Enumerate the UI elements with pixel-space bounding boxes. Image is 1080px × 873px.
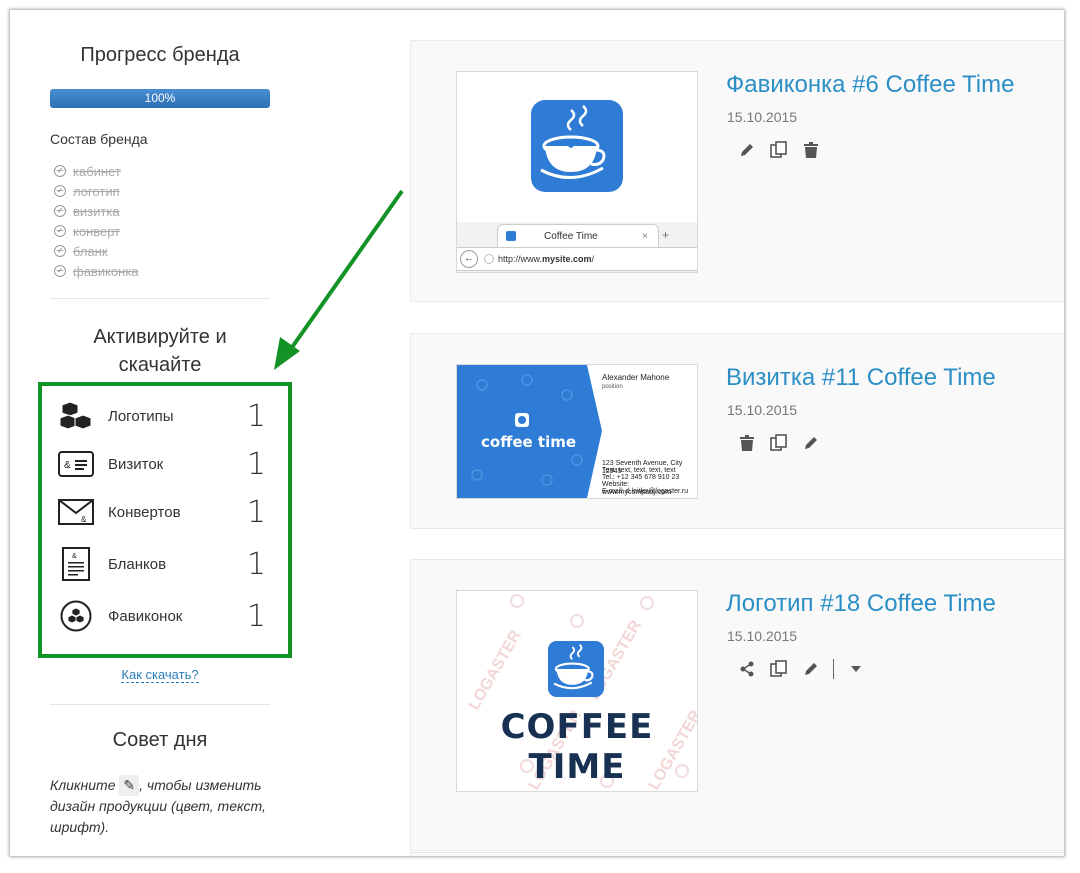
product-card-business-card: coffee time Alexander Mahone position 12…	[410, 333, 1064, 529]
address-bar: ← http://www. mysite.com /	[457, 247, 697, 271]
product-row-envelopes[interactable]: & Конвертов 1	[58, 492, 266, 532]
list-item: ✓ визитка	[54, 201, 139, 221]
business-card-preview[interactable]: coffee time Alexander Mahone position 12…	[456, 364, 698, 499]
business-card-brand: coffee time	[481, 433, 577, 451]
brand-progress-bar: 100%	[50, 89, 270, 108]
tip-text: Кликните ✎, чтобы изменить дизайн продук…	[50, 775, 266, 835]
pencil-icon	[805, 437, 817, 449]
letterhead-icon: &	[58, 546, 94, 582]
product-card-next	[410, 852, 1064, 856]
tip-title: Совет дня	[112, 729, 208, 751]
copy-button[interactable]	[763, 139, 795, 161]
check-circle-icon: ✓	[54, 225, 66, 237]
product-row-favicons[interactable]: Фавиконок 1	[58, 596, 266, 636]
list-item: ✓ конверт	[54, 221, 139, 241]
business-card-email: E-mail: d.leitler@logaster.ru	[602, 488, 689, 495]
list-item: ✓ логотип	[54, 181, 139, 201]
pencil-icon	[741, 144, 753, 156]
cubes-icon	[58, 398, 94, 434]
divider	[50, 298, 270, 299]
copy-icon	[770, 434, 787, 451]
envelope-icon: &	[58, 494, 94, 530]
product-row-letterheads[interactable]: & Бланков 1	[58, 544, 266, 584]
close-icon: ×	[642, 230, 648, 242]
more-dropdown-button[interactable]	[840, 658, 872, 680]
list-item: ✓ кабинет	[54, 161, 139, 181]
card-actions	[731, 139, 827, 161]
back-icon: ←	[460, 250, 478, 268]
card-actions	[731, 658, 872, 680]
check-circle-icon: ✓	[54, 205, 66, 217]
svg-text:&: &	[72, 553, 77, 560]
check-circle-icon: ✓	[54, 185, 66, 197]
copy-icon	[770, 660, 787, 677]
edit-button[interactable]	[795, 658, 827, 680]
card-date: 15.10.2015	[727, 402, 798, 418]
list-item: ✓ бланк	[54, 241, 139, 261]
progress-title: Прогресс бренда	[80, 44, 240, 66]
edit-button[interactable]	[731, 139, 763, 161]
svg-text:LOGASTER: LOGASTER	[466, 627, 525, 713]
logo-wordmark: COFFEE TIME	[500, 707, 654, 787]
arrow-annotation	[274, 189, 404, 370]
new-tab-icon: +	[662, 228, 670, 242]
favicon-icon	[58, 598, 94, 634]
card-actions	[731, 432, 827, 454]
browser-mockup: Coffee Time × + ← http://www. mysite.com /	[457, 222, 697, 272]
composition-label: Состав бренда	[50, 131, 148, 147]
trash-icon	[740, 435, 754, 451]
card-title[interactable]: Визитка #11 Coffee Time	[726, 364, 996, 392]
delete-button[interactable]	[795, 139, 827, 161]
business-card-name: Alexander Mahone	[602, 373, 670, 382]
product-card-favicon: Coffee Time × + ← http://www. mysite.com /…	[410, 40, 1064, 302]
trash-icon	[804, 142, 818, 158]
svg-text:&: &	[81, 515, 87, 524]
svg-text:&: &	[64, 460, 71, 471]
actions-separator	[833, 659, 834, 679]
products-highlight-box: Логотипы 1 & Визиток 1 & Конвертов 1 & Б…	[38, 382, 292, 658]
caret-down-icon	[851, 666, 861, 672]
edit-button[interactable]	[795, 432, 827, 454]
coffee-logo-icon	[548, 641, 604, 697]
card-title[interactable]: Фавиконка #6 Coffee Time	[726, 71, 1014, 99]
list-item: ✓ фавиконка	[54, 261, 139, 281]
pencil-icon	[805, 663, 817, 675]
card-date: 15.10.2015	[727, 109, 798, 125]
how-to-download-link[interactable]: Как скачать?	[121, 667, 199, 683]
pencil-icon: ✎	[119, 775, 140, 796]
how-to-download: Как скачать?	[50, 667, 270, 683]
delete-button[interactable]	[731, 432, 763, 454]
tab-favicon-icon	[506, 231, 516, 241]
globe-icon	[484, 254, 494, 264]
product-card-logo: LOGASTER LOGASTER LOGASTER LOGASTER COFF…	[410, 559, 1064, 851]
product-row-business-cards[interactable]: & Визиток 1	[58, 444, 266, 484]
card-date: 15.10.2015	[727, 628, 798, 644]
product-row-logos[interactable]: Логотипы 1	[58, 396, 266, 436]
browser-tab: Coffee Time ×	[497, 224, 659, 247]
copy-icon	[770, 141, 787, 158]
business-card-icon: &	[58, 446, 94, 482]
favicon-preview[interactable]: Coffee Time × + ← http://www. mysite.com /	[456, 71, 698, 273]
composition-list: ✓ кабинет ✓ логотип ✓ визитка ✓ конверт ✓ бла…	[54, 161, 139, 281]
check-circle-icon: ✓	[54, 265, 66, 277]
activate-title: Активируйте и скачайте	[93, 326, 227, 376]
copy-button[interactable]	[763, 658, 795, 680]
copy-button[interactable]	[763, 432, 795, 454]
card-title[interactable]: Логотип #18 Coffee Time	[726, 590, 996, 618]
check-circle-icon: ✓	[54, 245, 66, 257]
divider	[50, 704, 270, 705]
share-button[interactable]	[731, 658, 763, 680]
check-circle-icon: ✓	[54, 165, 66, 177]
coffee-logo-icon	[531, 100, 623, 192]
business-card-position: position	[602, 384, 623, 390]
app-window: Прогресс бренда 100% Состав бренда ✓ каби…	[10, 10, 1064, 856]
share-icon	[740, 661, 754, 677]
logo-preview[interactable]: LOGASTER LOGASTER LOGASTER LOGASTER COFF…	[456, 590, 698, 792]
